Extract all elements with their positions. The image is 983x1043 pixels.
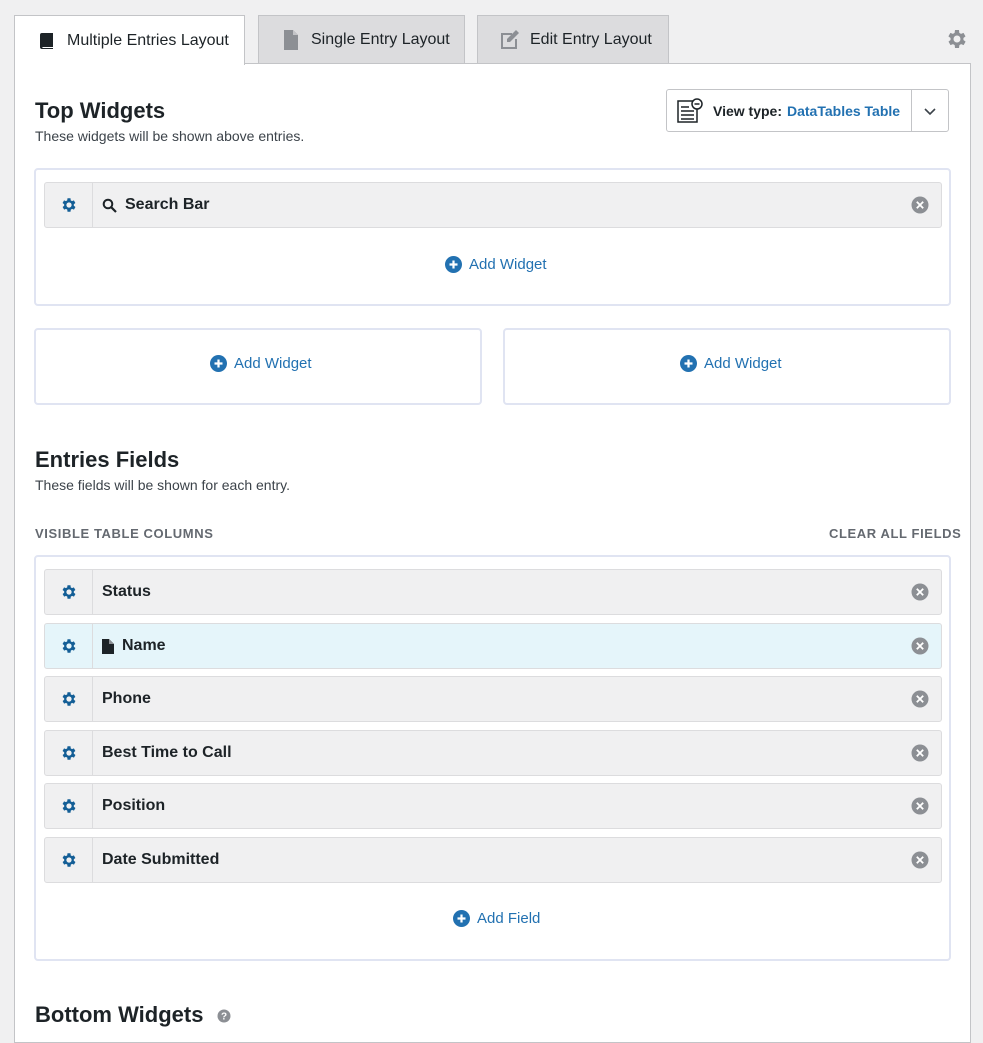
field-label: Date Submitted [102,851,220,868]
tab-label: Multiple Entries Layout [67,31,229,49]
help-icon[interactable]: ? [217,1009,231,1023]
add-widget-button[interactable]: Add Widget [445,256,547,273]
document-icon [281,30,301,50]
field-label: Phone [102,690,151,707]
field-best-time-to-call[interactable]: Best Time to Call [44,730,942,776]
tab-single-entry-layout[interactable]: Single Entry Layout [258,15,465,64]
entries-fields-description: These fields will be shown for each entr… [35,477,290,493]
add-field-label: Add Field [477,910,541,927]
search-icon [102,198,117,213]
remove-icon[interactable] [911,797,929,815]
plus-circle-icon [445,256,462,273]
plus-circle-icon [680,355,697,372]
field-label: Best Time to Call [102,744,232,761]
plus-circle-icon [453,910,470,927]
field-label-text: Name [122,637,166,654]
field-label: Status [102,583,151,600]
field-position[interactable]: Position [44,783,942,829]
add-widget-label: Add Widget [234,355,312,372]
visible-table-columns-heading: VISIBLE TABLE COLUMNS [35,526,214,541]
document-icon [102,638,114,654]
tab-label: Edit Entry Layout [530,31,652,48]
field-label: Position [102,797,166,814]
gear-icon[interactable] [45,570,93,614]
chevron-down-icon[interactable] [911,90,949,131]
table-view-icon [675,96,705,126]
gear-icon[interactable] [45,624,93,668]
entries-fields-zone: Status Name Phone Best Time to Call Posi… [34,555,951,961]
svg-text:?: ? [221,1012,227,1023]
top-widgets-right-zone: Add Widget [503,328,951,405]
add-widget-label: Add Widget [469,256,547,273]
widget-search-bar[interactable]: Search Bar [44,182,942,228]
field-label: Name [102,637,166,655]
add-widget-button[interactable]: Add Widget [210,355,312,372]
tab-label: Single Entry Layout [311,31,450,48]
add-widget-button[interactable]: Add Widget [680,355,782,372]
remove-icon[interactable] [911,690,929,708]
add-widget-label: Add Widget [704,355,782,372]
view-type-selector[interactable]: View type: DataTables Table [666,89,949,132]
top-widgets-description: These widgets will be shown above entrie… [35,128,305,144]
field-name[interactable]: Name [44,623,942,669]
remove-icon[interactable] [911,744,929,762]
edit-icon [500,30,520,50]
top-widgets-title: Top Widgets [35,98,166,123]
settings-gear-icon[interactable] [945,27,971,53]
layout-panel: Top Widgets These widgets will be shown … [14,63,971,1043]
gear-icon[interactable] [45,183,93,227]
widget-label-text: Search Bar [125,196,210,213]
gear-icon[interactable] [45,784,93,828]
remove-icon[interactable] [911,637,929,655]
clear-all-fields-button[interactable]: CLEAR ALL FIELDS [829,526,961,541]
book-icon [37,31,57,51]
tab-multiple-entries-layout[interactable]: Multiple Entries Layout [14,15,245,65]
remove-icon[interactable] [911,196,929,214]
field-date-submitted[interactable]: Date Submitted [44,837,942,883]
plus-circle-icon [210,355,227,372]
view-type-value[interactable]: DataTables Table [787,103,900,119]
bottom-widgets-title: Bottom Widgets [35,1002,204,1027]
tab-edit-entry-layout[interactable]: Edit Entry Layout [477,15,669,64]
top-widgets-zone: Search Bar Add Widget [34,168,951,306]
view-type-label: View type: [713,102,782,119]
gear-icon[interactable] [45,731,93,775]
remove-icon[interactable] [911,583,929,601]
add-field-button[interactable]: Add Field [453,910,540,927]
widget-label: Search Bar [102,196,210,214]
field-phone[interactable]: Phone [44,676,942,722]
remove-icon[interactable] [911,851,929,869]
field-status[interactable]: Status [44,569,942,615]
gear-icon[interactable] [45,677,93,721]
gear-icon[interactable] [45,838,93,882]
entries-fields-title: Entries Fields [35,447,180,472]
top-widgets-left-zone: Add Widget [34,328,482,405]
